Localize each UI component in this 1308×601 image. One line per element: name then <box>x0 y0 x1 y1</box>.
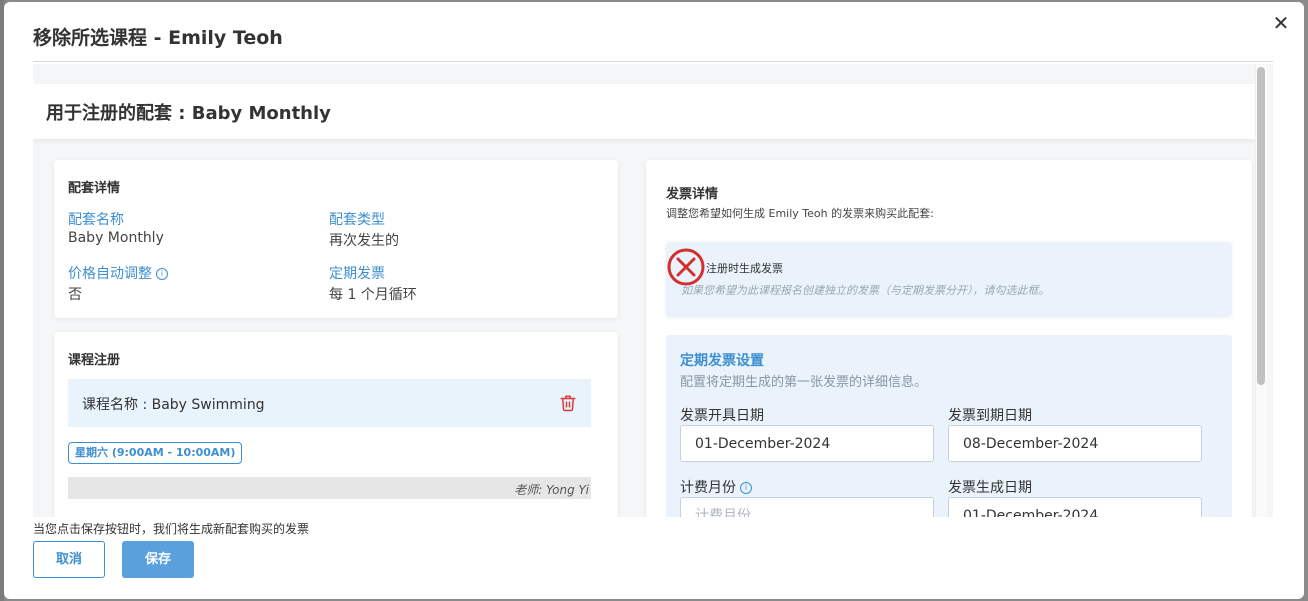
teacher-bar: 老师: Yong Yi <box>68 477 591 499</box>
billing-month-label: 计费月份 <box>680 480 736 496</box>
generate-invoice-option[interactable]: 注册时生成发票 如果您希望为此课程报名创建独立的发票（与定期发票分开），请勾选此… <box>666 242 1232 317</box>
modal-title: 移除所选课程 - Emily Teoh <box>33 27 283 49</box>
due-date-field[interactable] <box>948 425 1202 462</box>
invoice-details-title: 发票详情 <box>666 187 719 202</box>
footer-note: 当您点击保存按钮时，我们将生成新配套购买的发票 <box>33 522 310 536</box>
package-name-label: 配套名称 <box>68 212 124 228</box>
generate-invoice-label: 注册时生成发票 <box>706 262 783 275</box>
close-icon[interactable]: ✕ <box>1270 12 1292 34</box>
auto-price-label: 价格自动调整 <box>68 266 152 282</box>
recurring-settings-title: 定期发票设置 <box>680 353 764 369</box>
auto-price-value: 否 <box>68 287 82 303</box>
package-type-label: 配套类型 <box>329 212 385 228</box>
course-registration-card: 课程注册 课程名称 : Baby Swimming 星期六 (9:00AM - … <box>54 332 618 517</box>
info-icon[interactable]: i <box>156 268 168 280</box>
recurring-invoice-settings: 定期发票设置 配置将定期生成的第一张发票的详细信息。 发票开具日期 发票到期日期… <box>666 335 1232 517</box>
modal-body: 用于注册的配套 : Baby Monthly 配套详情 配套名称 Baby Mo… <box>33 64 1273 517</box>
package-header-text: 用于注册的配套 : Baby Monthly <box>46 103 331 124</box>
recurring-settings-description: 配置将定期生成的第一张发票的详细信息。 <box>680 375 928 390</box>
generate-date-field[interactable] <box>948 497 1202 517</box>
due-date-label: 发票到期日期 <box>948 408 1032 424</box>
remove-course-modal: 移除所选课程 - Emily Teoh ✕ 用于注册的配套 : Baby Mon… <box>4 2 1304 599</box>
issue-date-label: 发票开具日期 <box>680 408 764 424</box>
title-divider <box>33 61 1273 62</box>
generate-invoice-hint: 如果您希望为此课程报名创建独立的发票（与定期发票分开），请勾选此框。 <box>681 284 1050 297</box>
issue-date-field[interactable] <box>680 425 934 462</box>
course-registration-title: 课程注册 <box>68 353 121 368</box>
course-name: 课程名称 : Baby Swimming <box>82 397 265 413</box>
save-button[interactable]: 保存 <box>122 541 194 578</box>
auto-price-label-row: 价格自动调整 i <box>68 263 168 283</box>
invoice-details-card: 发票详情 调整您希望如何生成 Emily Teoh 的发票来购买此配套: 注册时… <box>646 160 1252 517</box>
package-name-value: Baby Monthly <box>68 230 164 246</box>
course-item: 课程名称 : Baby Swimming <box>68 379 591 427</box>
invoice-details-description: 调整您希望如何生成 Emily Teoh 的发票来购买此配套: <box>666 207 934 220</box>
error-x-icon[interactable] <box>666 247 706 287</box>
scrollbar-thumb[interactable] <box>1257 67 1265 385</box>
package-type-value: 再次发生的 <box>329 233 399 249</box>
recurring-invoice-value: 每 1 个月循环 <box>329 287 417 303</box>
generate-date-label: 发票生成日期 <box>948 480 1032 496</box>
package-details-card: 配套详情 配套名称 Baby Monthly 配套类型 再次发生的 价格自动调整… <box>54 160 618 318</box>
cancel-button[interactable]: 取消 <box>33 541 105 578</box>
schedule-badge: 星期六 (9:00AM - 10:00AM) <box>68 442 243 464</box>
teacher-name: 老师: Yong Yi <box>514 483 589 497</box>
info-icon[interactable]: i <box>740 482 752 494</box>
trash-icon[interactable] <box>559 394 577 412</box>
billing-month-field[interactable] <box>680 497 934 517</box>
billing-month-label-row: 计费月份 i <box>680 477 752 497</box>
package-header: 用于注册的配套 : Baby Monthly <box>33 84 1258 139</box>
recurring-invoice-label: 定期发票 <box>329 266 385 282</box>
package-details-title: 配套详情 <box>68 181 121 196</box>
